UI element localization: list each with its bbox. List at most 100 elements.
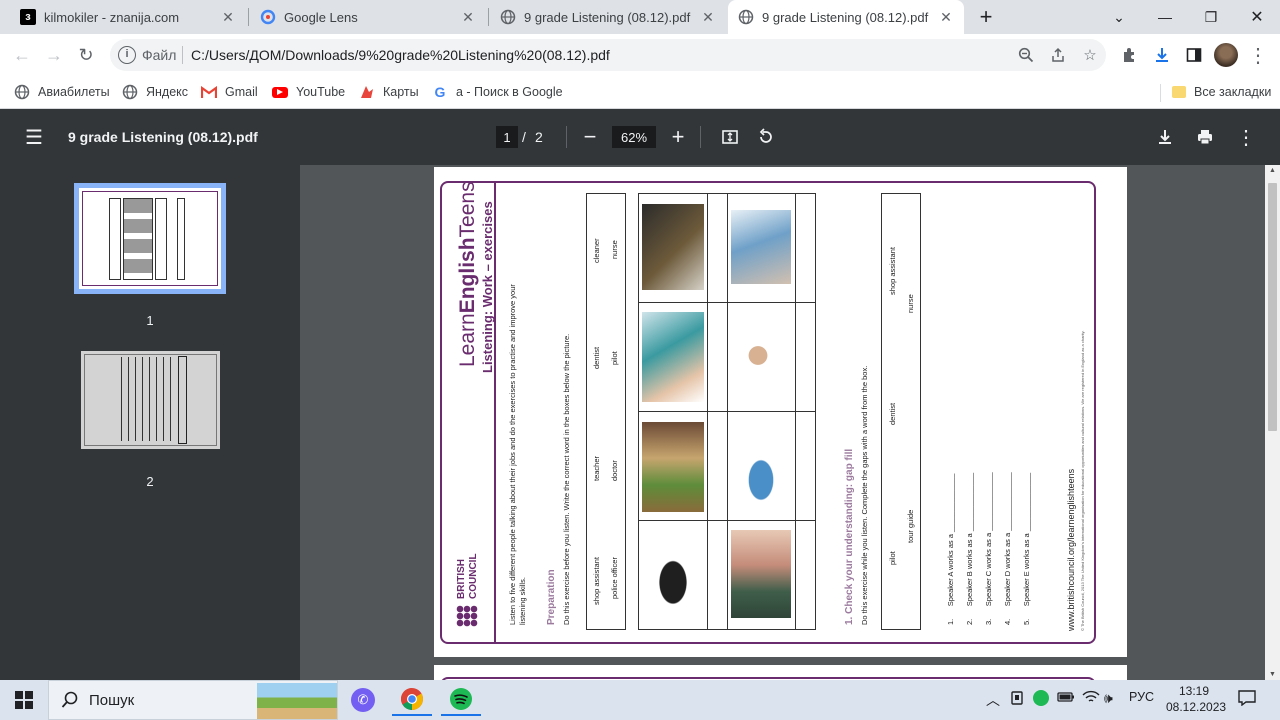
preparation-text: Do this exercise before you listen. Writ… <box>562 333 571 625</box>
share-icon[interactable] <box>1048 45 1068 65</box>
word-box-2 <box>881 193 921 630</box>
bookmark-star-icon[interactable]: ☆ <box>1080 45 1100 65</box>
menu-kebab-icon[interactable]: ⋮ <box>1244 41 1272 69</box>
scrollbar-thumb[interactable] <box>1268 183 1277 431</box>
word-box-item: nurse <box>610 240 619 259</box>
word-box-item: shop assistant <box>592 557 601 605</box>
word-box-item: dentist <box>888 402 897 425</box>
maps-icon <box>359 84 375 100</box>
globe-icon <box>14 84 30 100</box>
taskbar-search-box[interactable]: Пошук <box>48 680 338 720</box>
info-icon[interactable]: i <box>118 46 136 64</box>
hamburger-menu-icon[interactable]: ☰ <box>20 123 48 151</box>
word-box-item: teacher <box>592 455 601 481</box>
download-icon[interactable] <box>1148 41 1176 69</box>
tray-device-icon[interactable] <box>1009 690 1025 709</box>
windows-start-icon[interactable] <box>4 684 44 716</box>
thumbnail-page-1[interactable] <box>79 188 221 289</box>
exercise-1-title: 1. Check your understanding: gap fill <box>844 448 855 625</box>
bookmark-maps[interactable]: Карты <box>359 82 419 102</box>
volume-icon[interactable]: 🕪 <box>1104 690 1113 707</box>
search-icon <box>61 691 79 712</box>
tab-pdf-1[interactable]: 9 grade Listening (08.12).pdf ✕ <box>490 0 726 34</box>
spotify-taskbar-icon[interactable] <box>441 684 481 716</box>
print-icon[interactable] <box>1191 123 1219 151</box>
page-number-input[interactable]: 1 <box>496 126 518 148</box>
bookmark-youtube[interactable]: YouTube <box>272 82 345 102</box>
address-bar[interactable]: i Файл C:/Users/ДОМ/Downloads/9%20grade%… <box>110 39 1106 71</box>
clock[interactable]: 13:19 08.12.2023 <box>1166 683 1227 715</box>
bookmark-yandex[interactable]: Яндекс <box>122 82 188 102</box>
back-button[interactable]: ← <box>8 41 36 69</box>
word-box-item: dentist <box>592 346 601 369</box>
avatar[interactable] <box>1212 41 1240 69</box>
rotate-icon[interactable] <box>752 123 780 151</box>
zoom-icon[interactable] <box>1016 45 1036 65</box>
all-bookmarks[interactable]: Все закладки <box>1172 82 1271 102</box>
new-tab-button[interactable]: + <box>964 0 1008 34</box>
zoom-input[interactable]: 62% <box>612 126 656 148</box>
thumbnail-page-2[interactable] <box>81 351 220 449</box>
photo-shop-assistant <box>642 422 704 512</box>
search-highlight-image <box>257 683 337 719</box>
scheme-label: Файл <box>142 47 177 63</box>
more-options-icon[interactable]: ⋮ <box>1232 123 1260 151</box>
url-text[interactable]: C:/Users/ДОМ/Downloads/9%20grade%20Liste… <box>191 47 610 63</box>
google-lens-icon <box>260 9 276 25</box>
bookmark-aviabilety[interactable]: Авиабилеты <box>14 82 110 102</box>
close-icon[interactable]: ✕ <box>700 9 716 26</box>
chrome-taskbar-icon[interactable] <box>392 684 432 716</box>
clock-date: 08.12.2023 <box>1166 700 1227 714</box>
word-box-item: shop assistant <box>888 247 897 295</box>
tab-search-chevron-icon[interactable]: ⌄ <box>1096 0 1142 34</box>
viber-icon[interactable]: ✆ <box>343 684 383 716</box>
forward-button[interactable]: → <box>40 41 68 69</box>
extensions-icon[interactable] <box>1116 41 1144 69</box>
input-language[interactable]: РУС <box>1129 690 1154 704</box>
wifi-icon[interactable] <box>1082 690 1100 707</box>
clock-time: 13:19 <box>1178 684 1210 698</box>
pdf-page-2 <box>434 665 1127 680</box>
preparation-title: Preparation <box>546 569 557 625</box>
close-icon[interactable]: ✕ <box>220 9 236 26</box>
zoom-out-button[interactable]: − <box>576 123 604 151</box>
globe-icon <box>738 9 754 25</box>
battery-icon[interactable] <box>1057 690 1075 707</box>
tab-strip: з kilmokiler - znanija.com ✕ Google Lens… <box>0 0 1280 34</box>
tray-spotify-icon[interactable] <box>1033 690 1049 706</box>
fit-page-icon[interactable] <box>716 123 744 151</box>
photo-nurse <box>731 324 791 394</box>
page-separator: / <box>522 129 526 145</box>
word-box-item: tour guide <box>906 509 915 543</box>
tab-google-lens[interactable]: Google Lens ✕ <box>250 0 486 34</box>
bookmark-gmail[interactable]: Gmail <box>201 82 258 102</box>
scrollbar[interactable]: ▲ ▼ <box>1265 165 1280 680</box>
tab-znanija[interactable]: з kilmokiler - znanija.com ✕ <box>10 0 246 34</box>
word-box-item: pilot <box>888 551 897 565</box>
tab-pdf-active[interactable]: 9 grade Listening (08.12).pdf ✕ <box>728 0 964 34</box>
document-heading: Listening: Work – exercises <box>480 201 495 373</box>
minimize-button[interactable]: — <box>1142 0 1188 34</box>
bookmark-label: Яндекс <box>146 85 189 99</box>
word-box-item: doctor <box>610 460 619 481</box>
close-icon[interactable]: ✕ <box>460 9 476 26</box>
close-icon[interactable]: ✕ <box>938 9 954 26</box>
tab-title: 9 grade Listening (08.12).pdf <box>762 9 929 25</box>
restore-button[interactable]: ❐ <box>1188 0 1234 34</box>
download-icon[interactable] <box>1151 123 1179 151</box>
gap-item-3: 3. Speaker C works as a ______________ <box>984 472 993 625</box>
reload-button[interactable]: ↻ <box>72 41 100 69</box>
pdf-page-1: LearnEnglishTeens Listening: Work – exer… <box>434 167 1127 657</box>
tray-chevron-icon[interactable]: ︿ <box>986 690 1000 710</box>
intro-text-2: listening skills. <box>518 577 527 625</box>
gmail-icon <box>201 84 217 100</box>
side-panel-icon[interactable] <box>1180 41 1208 69</box>
copyright-text: © The British Council, 2013 The United K… <box>1080 330 1085 631</box>
browser-toolbar: ← → ↻ i Файл C:/Users/ДОМ/Downloads/9%20… <box>0 34 1280 76</box>
zoom-in-button[interactable]: + <box>664 123 692 151</box>
bookmark-label: Авиабилеты <box>38 85 110 99</box>
bookmark-google-search[interactable]: G а - Поиск в Google <box>432 82 563 102</box>
notifications-icon[interactable] <box>1238 690 1256 709</box>
total-pages: 2 <box>535 129 543 145</box>
close-window-button[interactable]: ✕ <box>1234 0 1280 34</box>
